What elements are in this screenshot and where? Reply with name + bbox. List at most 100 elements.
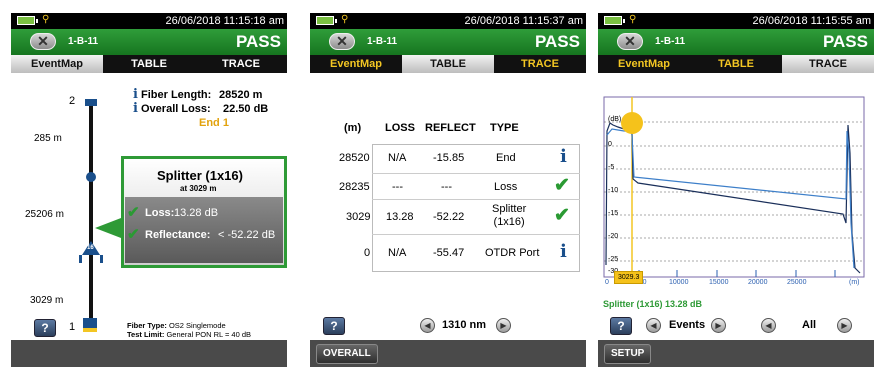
wavelength-prev-button[interactable]: ◀ bbox=[420, 318, 435, 333]
power-plug-icon: ⚲ bbox=[341, 14, 349, 25]
tab-trace[interactable]: TRACE bbox=[782, 55, 874, 73]
callout-loss-value: 13.28 dB bbox=[174, 207, 219, 219]
info-icon[interactable]: i bbox=[560, 241, 567, 262]
x-unit: (m) bbox=[849, 279, 860, 286]
cell-distance: 3029 bbox=[346, 211, 371, 223]
fiber-line bbox=[89, 103, 93, 328]
tab-table[interactable]: TABLE bbox=[402, 55, 494, 73]
title-bar: ✕ 1-B-11 PASS bbox=[598, 29, 874, 55]
x-tick: 10000 bbox=[669, 279, 689, 286]
fiber-type-value: OS2 Singlemode bbox=[168, 321, 226, 330]
check-icon[interactable]: ✔ bbox=[554, 174, 570, 197]
zoom-label: All bbox=[802, 319, 817, 331]
back-button[interactable]: ✕ bbox=[617, 33, 643, 50]
fiber-type-label: Fiber Type: bbox=[127, 321, 167, 330]
check-icon: ✔ bbox=[127, 204, 140, 221]
cell-reflect: -52.22 bbox=[433, 211, 465, 223]
title-bar: ✕ 1-B-11 PASS bbox=[310, 29, 586, 55]
info-icon: i bbox=[133, 87, 138, 102]
cell-reflect: --- bbox=[441, 181, 452, 193]
status-bar: ⚲ 26/06/2018 11:15:37 am bbox=[310, 13, 586, 29]
events-next-button[interactable]: ▶ bbox=[711, 318, 726, 333]
distance-label-1: 285 m bbox=[34, 133, 62, 144]
help-button[interactable]: ? bbox=[34, 319, 56, 337]
column-header-loss: LOSS bbox=[385, 122, 415, 134]
zoom-prev-button[interactable]: ◀ bbox=[761, 318, 776, 333]
back-button[interactable]: ✕ bbox=[30, 33, 56, 50]
check-icon[interactable]: ✔ bbox=[554, 204, 570, 227]
datetime: 26/06/2018 11:15:37 am bbox=[464, 15, 583, 27]
chevron-left-icon: ◀ bbox=[765, 321, 772, 330]
x-tick: 15000 bbox=[709, 279, 729, 286]
tab-trace[interactable]: TRACE bbox=[494, 55, 586, 73]
fiber-type: Fiber Type: OS2 Singlemode bbox=[127, 321, 226, 330]
chevron-right-icon: ▶ bbox=[841, 321, 848, 330]
tab-table[interactable]: TABLE bbox=[690, 55, 782, 73]
setup-button[interactable]: SETUP bbox=[604, 344, 652, 364]
cell-distance: 0 bbox=[364, 247, 371, 259]
zoom-next-button[interactable]: ▶ bbox=[837, 318, 852, 333]
connector-top-icon[interactable] bbox=[85, 99, 97, 106]
info-icon[interactable]: i bbox=[560, 146, 567, 167]
y-tick: -5 bbox=[608, 164, 615, 171]
events-prev-button[interactable]: ◀ bbox=[646, 318, 661, 333]
power-plug-icon: ⚲ bbox=[629, 14, 637, 25]
y-tick: -20 bbox=[608, 233, 619, 240]
chevron-left-icon: ◀ bbox=[650, 321, 657, 330]
cell-loss: N/A bbox=[388, 152, 407, 164]
splitter-badge: 16 bbox=[87, 245, 94, 251]
cell-distance: 28520 bbox=[339, 152, 370, 164]
x-tick: 25000 bbox=[787, 279, 807, 286]
tab-trace[interactable]: TRACE bbox=[195, 55, 287, 73]
overall-loss-value: 22.50 dB bbox=[223, 103, 269, 115]
battery-icon bbox=[17, 16, 38, 25]
result-status: PASS bbox=[822, 32, 868, 51]
y-tick: -15 bbox=[608, 210, 619, 217]
overall-button[interactable]: OVERALL bbox=[316, 344, 378, 364]
row-divider bbox=[372, 199, 580, 200]
column-header-type: TYPE bbox=[490, 122, 519, 134]
cursor-marker-icon bbox=[621, 112, 643, 134]
cell-type: Loss bbox=[494, 181, 518, 193]
otdr-port-icon[interactable] bbox=[83, 318, 97, 332]
help-button[interactable]: ? bbox=[323, 317, 345, 335]
distance-label-3: 3029 m bbox=[30, 295, 64, 306]
splitter-icon[interactable]: 16 bbox=[79, 241, 103, 263]
result-status: PASS bbox=[235, 32, 281, 51]
test-id: 1-B-11 bbox=[655, 36, 686, 47]
cell-reflect: -15.85 bbox=[433, 152, 465, 164]
column-header-reflect: REFLECT bbox=[425, 122, 476, 134]
column-header-distance: (m) bbox=[344, 122, 362, 134]
x-tick: 0 bbox=[605, 279, 609, 286]
trace-screen: ⚲ 26/06/2018 11:15:55 am ✕ 1-B-11 PASS E… bbox=[598, 13, 874, 367]
event-marker-icon[interactable] bbox=[86, 172, 96, 182]
back-button[interactable]: ✕ bbox=[329, 33, 355, 50]
power-plug-icon: ⚲ bbox=[42, 14, 50, 25]
test-limit: Test Limit: General PON RL = 40 dB bbox=[127, 330, 251, 339]
tab-eventmap[interactable]: EventMap bbox=[598, 55, 690, 73]
title-bar: ✕ 1-B-11 PASS bbox=[11, 29, 287, 55]
close-icon: ✕ bbox=[336, 33, 348, 49]
datetime: 26/06/2018 11:15:18 am bbox=[165, 15, 284, 27]
test-limit-label: Test Limit: bbox=[127, 330, 165, 339]
chevron-right-icon: ▶ bbox=[500, 321, 507, 330]
x-tick: 20000 bbox=[748, 279, 768, 286]
bottom-bar: OVERALL bbox=[310, 340, 586, 367]
tab-eventmap[interactable]: EventMap bbox=[310, 55, 402, 73]
cell-distance: 28235 bbox=[339, 181, 370, 193]
chevron-right-icon: ▶ bbox=[715, 321, 722, 330]
y-tick: -25 bbox=[608, 256, 619, 263]
tab-eventmap[interactable]: EventMap bbox=[11, 55, 103, 73]
cell-type: End bbox=[496, 152, 516, 164]
cell-type: OTDR Port bbox=[485, 247, 540, 259]
datetime: 26/06/2018 11:15:55 am bbox=[752, 15, 871, 27]
close-icon: ✕ bbox=[624, 33, 636, 49]
row-divider bbox=[372, 173, 580, 174]
otdr-trace-plot[interactable] bbox=[598, 73, 874, 283]
wavelength-next-button[interactable]: ▶ bbox=[496, 318, 511, 333]
tab-table[interactable]: TABLE bbox=[103, 55, 195, 73]
help-button[interactable]: ? bbox=[610, 317, 632, 335]
callout-subtitle: at 3029 m bbox=[180, 184, 217, 193]
cursor-position-label[interactable]: 3029.3 bbox=[614, 271, 644, 284]
wavelength-value: 1310 nm bbox=[442, 319, 487, 331]
